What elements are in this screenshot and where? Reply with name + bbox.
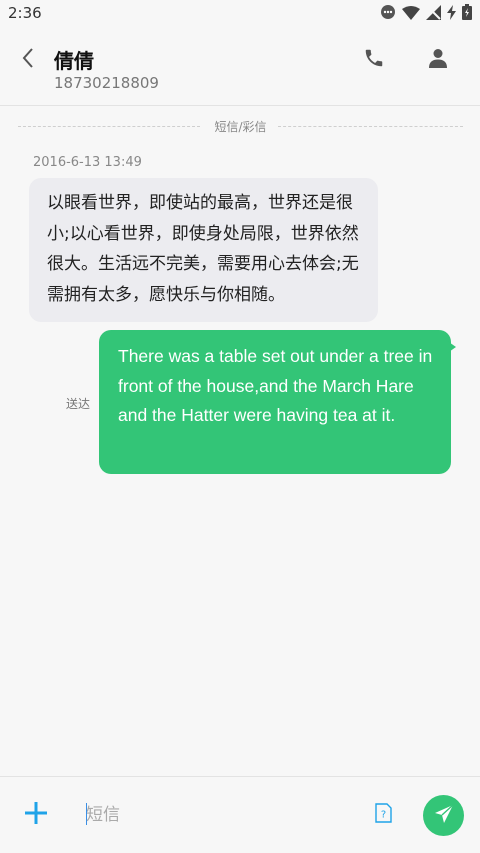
message-type-divider: 短信/彩信 [18,117,463,137]
contact-number: 18730218809 [54,74,159,92]
send-button[interactable] [423,795,464,836]
person-icon [428,48,448,72]
status-bar: 2:36 [0,0,480,28]
notification-dot-icon [380,4,396,24]
conversation-header: 倩倩 18730218809 [0,28,480,106]
outgoing-message-text: There was a table set out under a tree i… [118,346,433,425]
incoming-message-text: 以眼看世界，即使站的最高，世界还是很小;以心看世界，即使身处局限，世界依然很大。… [47,193,359,305]
contact-name: 倩倩 [54,49,94,73]
incoming-message-bubble[interactable]: 以眼看世界，即使站的最高，世界还是很小;以心看世界，即使身处局限，世界依然很大。… [29,178,378,322]
status-time: 2:36 [8,4,42,22]
back-button[interactable] [14,46,42,74]
send-icon [434,803,454,828]
delivery-status: 送达 [66,397,91,411]
svg-text:?: ? [380,810,385,821]
wifi-icon [402,5,420,24]
battery-icon [462,4,472,24]
outgoing-message-bubble[interactable]: There was a table set out under a tree i… [99,330,451,474]
call-button[interactable] [360,46,388,74]
add-icon [25,802,47,828]
divider-line-right [278,126,463,127]
message-timestamp: 2016-6-13 13:49 [33,155,142,170]
outgoing-bubble-tail [446,340,456,354]
status-icons [380,4,472,24]
no-signal-icon [426,4,441,24]
compose-bar: ? [0,776,480,853]
charging-bolt-icon [447,4,456,24]
phone-icon [363,47,385,73]
message-input[interactable] [86,800,356,830]
text-caret [86,803,87,825]
sim-select-button[interactable]: ? [372,803,394,827]
contact-details-button[interactable] [424,46,452,74]
attach-button[interactable] [22,801,50,829]
sim-card-icon: ? [374,803,392,827]
back-chevron-icon [21,47,35,73]
